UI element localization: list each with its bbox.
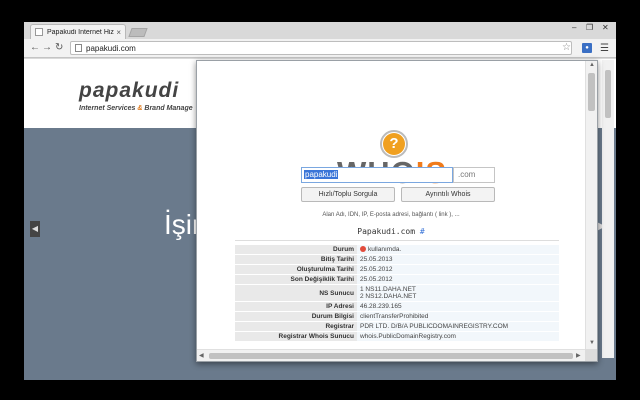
search-hint: Alan Adı, IDN, IP, E-posta adresi, bağla… bbox=[322, 212, 460, 218]
row-value: whois.PublicDomainRegistry.com bbox=[357, 331, 559, 342]
table-row: Oluşturulma Tarihi 25.05.2012 bbox=[235, 264, 559, 275]
domain-input[interactable]: papakudi bbox=[301, 167, 453, 183]
ns-line-1: 1 NS11.DAHA.NET bbox=[360, 286, 416, 293]
row-value: 25.05.2013 bbox=[357, 254, 559, 265]
row-key: Durum bbox=[235, 245, 357, 255]
site-logo[interactable]: papakudi bbox=[79, 79, 179, 103]
page-scrollbar[interactable] bbox=[602, 60, 614, 358]
row-key: Son Değişiklik Tarihi bbox=[235, 274, 357, 285]
forward-arrow-icon[interactable]: → bbox=[42, 42, 52, 54]
divider bbox=[235, 240, 559, 241]
bookmark-star-icon[interactable]: ☆ bbox=[562, 42, 571, 53]
scroll-down-icon[interactable]: ▼ bbox=[589, 340, 595, 346]
row-key: Registrar bbox=[235, 321, 357, 332]
table-row: Durum Bilgisi clientTransferProhibited bbox=[235, 311, 559, 322]
result-permalink[interactable]: # bbox=[420, 227, 425, 236]
detailed-whois-button[interactable]: Ayrıntılı Whois bbox=[401, 187, 495, 202]
status-text: kullanımda. bbox=[368, 246, 402, 253]
new-tab-button[interactable] bbox=[128, 28, 148, 37]
row-value: clientTransferProhibited bbox=[357, 311, 559, 322]
row-key: NS Sunucu bbox=[235, 284, 357, 302]
row-key: Durum Bilgisi bbox=[235, 311, 357, 322]
tagline-amp: & bbox=[137, 105, 143, 112]
status-red-icon bbox=[360, 246, 366, 252]
row-value: PDR LTD. D/B/A PUBLICDOMAINREGISTRY.COM bbox=[357, 321, 559, 332]
page-scrollbar-thumb[interactable] bbox=[605, 70, 611, 118]
site-tagline: Internet Services & Brand Manage bbox=[79, 105, 193, 112]
domain-input-value: papakudi bbox=[304, 170, 339, 179]
scrollbar-corner bbox=[585, 349, 597, 361]
row-key: IP Adresi bbox=[235, 301, 357, 312]
row-value: 46.28.239.165 bbox=[357, 301, 559, 312]
slider-prev-button[interactable]: ◀ bbox=[30, 221, 40, 237]
tagline-suffix: Brand Manage bbox=[144, 105, 193, 112]
page-icon bbox=[75, 44, 82, 52]
row-key: Oluşturulma Tarihi bbox=[235, 264, 357, 275]
popup-vertical-scrollbar[interactable]: ▲ ▼ bbox=[585, 61, 597, 349]
question-mark-icon: ? bbox=[383, 133, 405, 155]
reload-icon[interactable]: ↻ bbox=[55, 42, 63, 54]
whois-popup-content: ? WHOIS papakudi .com Hızlı/Toplu Sorgul… bbox=[197, 61, 585, 349]
row-key: Registrar Whois Sunucu bbox=[235, 331, 357, 342]
table-row: NS Sunucu 1 NS11.DAHA.NET 2 NS12.DAHA.NE… bbox=[235, 284, 559, 302]
minimize-icon[interactable]: – bbox=[572, 23, 576, 32]
tab-title: Papakudi Internet Hizmetl bbox=[47, 28, 114, 36]
close-window-icon[interactable]: ✕ bbox=[602, 23, 609, 32]
row-value: 1 NS11.DAHA.NET 2 NS12.DAHA.NET bbox=[357, 284, 559, 302]
table-row: Registrar PDR LTD. D/B/A PUBLICDOMAINREG… bbox=[235, 321, 559, 332]
row-value: 25.05.2012 bbox=[357, 274, 559, 285]
scroll-up-icon[interactable]: ▲ bbox=[589, 62, 595, 68]
table-row: IP Adresi 46.28.239.165 bbox=[235, 301, 559, 312]
tagline-prefix: Internet Services bbox=[79, 105, 136, 112]
table-row: Registrar Whois Sunucu whois.PublicDomai… bbox=[235, 331, 559, 342]
back-arrow-icon[interactable]: ← bbox=[30, 42, 40, 54]
whois-popup: ? WHOIS papakudi .com Hızlı/Toplu Sorgul… bbox=[196, 60, 598, 362]
browser-toolbar: ← → ↻ papakudi.com ☆ ● ☰ bbox=[24, 39, 616, 58]
tab-strip: Papakudi Internet Hizmetl × – ❐ ✕ bbox=[24, 22, 616, 39]
scroll-left-icon[interactable]: ◀ bbox=[199, 352, 204, 359]
result-domain-title: Papakudi.com # bbox=[197, 227, 585, 236]
quick-query-button[interactable]: Hızlı/Toplu Sorgula bbox=[301, 187, 395, 202]
tld-select[interactable]: .com bbox=[453, 167, 495, 183]
address-bar[interactable]: papakudi.com bbox=[70, 41, 572, 55]
whois-extension-icon[interactable]: ● bbox=[582, 43, 592, 53]
chrome-menu-icon[interactable]: ☰ bbox=[600, 43, 609, 54]
url-text: papakudi.com bbox=[86, 43, 136, 53]
scroll-right-icon[interactable]: ▶ bbox=[576, 352, 581, 359]
restore-icon[interactable]: ❐ bbox=[586, 23, 593, 32]
tab-close-icon[interactable]: × bbox=[116, 28, 121, 37]
popup-vertical-thumb[interactable] bbox=[588, 73, 595, 111]
row-key: Bitiş Tarihi bbox=[235, 254, 357, 265]
result-domain-name: Papakudi.com bbox=[357, 227, 416, 236]
row-value: 25.05.2012 bbox=[357, 264, 559, 275]
ns-line-2: 2 NS12.DAHA.NET bbox=[360, 293, 417, 300]
popup-horizontal-scrollbar[interactable]: ◀ ▶ bbox=[197, 349, 585, 361]
table-row: Bitiş Tarihi 25.05.2013 bbox=[235, 254, 559, 265]
page-favicon-icon bbox=[35, 28, 43, 36]
whois-result-table: Durum kullanımda. Bitiş Tarihi 25.05.201… bbox=[235, 245, 559, 342]
table-row: Son Değişiklik Tarihi 25.05.2012 bbox=[235, 274, 559, 285]
table-row: Durum kullanımda. bbox=[235, 245, 559, 255]
popup-horizontal-thumb[interactable] bbox=[209, 353, 573, 359]
whois-logo: ? WHOIS bbox=[307, 97, 457, 190]
tab-papakudi[interactable]: Papakudi Internet Hizmetl × bbox=[30, 24, 126, 39]
row-value: kullanımda. bbox=[357, 245, 559, 255]
